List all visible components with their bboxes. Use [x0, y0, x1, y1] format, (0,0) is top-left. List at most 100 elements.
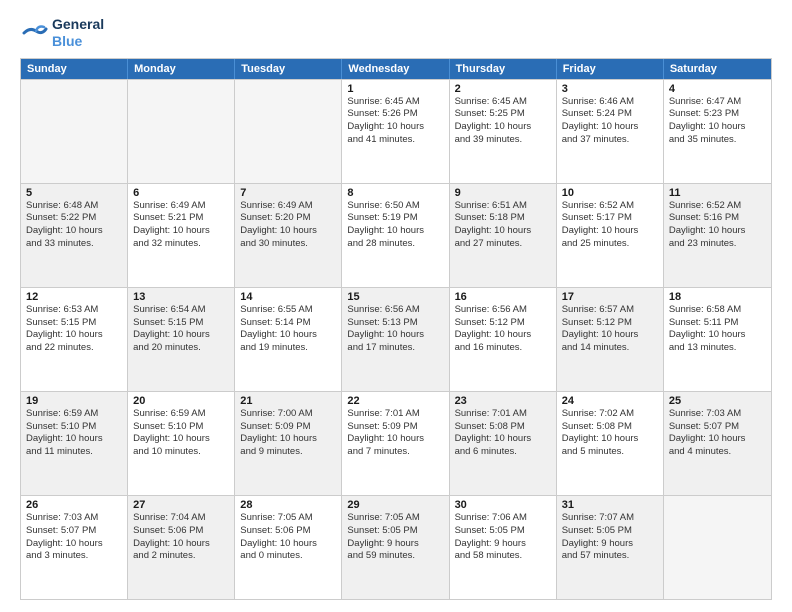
cell-text-line: Daylight: 10 hours — [26, 433, 122, 446]
cell-text-line: Sunset: 5:12 PM — [455, 317, 551, 330]
calendar-cell-day-6: 6Sunrise: 6:49 AMSunset: 5:21 PMDaylight… — [128, 184, 235, 287]
cell-text-line: and 20 minutes. — [133, 342, 229, 355]
calendar-cell-empty — [21, 80, 128, 183]
cell-text-line: Sunset: 5:21 PM — [133, 212, 229, 225]
calendar-cell-empty — [664, 496, 771, 599]
calendar-cell-day-1: 1Sunrise: 6:45 AMSunset: 5:26 PMDaylight… — [342, 80, 449, 183]
calendar-cell-day-12: 12Sunrise: 6:53 AMSunset: 5:15 PMDayligh… — [21, 288, 128, 391]
cell-text-line: Sunset: 5:16 PM — [669, 212, 766, 225]
calendar-cell-empty — [128, 80, 235, 183]
calendar-cell-day-24: 24Sunrise: 7:02 AMSunset: 5:08 PMDayligh… — [557, 392, 664, 495]
cell-text-line: Sunset: 5:05 PM — [562, 525, 658, 538]
cell-text-line: Daylight: 10 hours — [240, 433, 336, 446]
header-day-saturday: Saturday — [664, 59, 771, 79]
header-day-sunday: Sunday — [21, 59, 128, 79]
cell-text-line: Daylight: 10 hours — [669, 121, 766, 134]
calendar-row-2: 12Sunrise: 6:53 AMSunset: 5:15 PMDayligh… — [21, 287, 771, 391]
cell-text-line: Daylight: 10 hours — [240, 538, 336, 551]
calendar-cell-day-11: 11Sunrise: 6:52 AMSunset: 5:16 PMDayligh… — [664, 184, 771, 287]
day-number: 24 — [562, 395, 658, 407]
calendar-cell-day-2: 2Sunrise: 6:45 AMSunset: 5:25 PMDaylight… — [450, 80, 557, 183]
day-number: 27 — [133, 499, 229, 511]
cell-text-line: and 39 minutes. — [455, 134, 551, 147]
day-number: 10 — [562, 187, 658, 199]
logo-icon — [20, 19, 48, 47]
cell-text-line: Daylight: 10 hours — [562, 329, 658, 342]
calendar-row-0: 1Sunrise: 6:45 AMSunset: 5:26 PMDaylight… — [21, 79, 771, 183]
cell-text-line: and 14 minutes. — [562, 342, 658, 355]
cell-text-line: Daylight: 10 hours — [26, 329, 122, 342]
calendar-cell-empty — [235, 80, 342, 183]
cell-text-line: Sunrise: 6:56 AM — [347, 304, 443, 317]
cell-text-line: Sunrise: 6:53 AM — [26, 304, 122, 317]
day-number: 28 — [240, 499, 336, 511]
header-day-thursday: Thursday — [450, 59, 557, 79]
header-day-tuesday: Tuesday — [235, 59, 342, 79]
cell-text-line: Sunset: 5:10 PM — [133, 421, 229, 434]
cell-text-line: Daylight: 10 hours — [562, 225, 658, 238]
cell-text-line: Sunrise: 6:48 AM — [26, 200, 122, 213]
header-day-wednesday: Wednesday — [342, 59, 449, 79]
cell-text-line: Daylight: 10 hours — [133, 329, 229, 342]
day-number: 1 — [347, 83, 443, 95]
cell-text-line: Daylight: 10 hours — [455, 433, 551, 446]
cell-text-line: Daylight: 10 hours — [562, 121, 658, 134]
cell-text-line: Sunrise: 6:56 AM — [455, 304, 551, 317]
calendar-cell-day-28: 28Sunrise: 7:05 AMSunset: 5:06 PMDayligh… — [235, 496, 342, 599]
cell-text-line: and 25 minutes. — [562, 238, 658, 251]
cell-text-line: Daylight: 10 hours — [669, 433, 766, 446]
cell-text-line: Sunset: 5:08 PM — [562, 421, 658, 434]
cell-text-line: and 0 minutes. — [240, 550, 336, 563]
cell-text-line: Daylight: 10 hours — [669, 329, 766, 342]
cell-text-line: and 3 minutes. — [26, 550, 122, 563]
cell-text-line: Daylight: 9 hours — [562, 538, 658, 551]
day-number: 6 — [133, 187, 229, 199]
cell-text-line: Sunrise: 6:55 AM — [240, 304, 336, 317]
day-number: 11 — [669, 187, 766, 199]
day-number: 30 — [455, 499, 551, 511]
day-number: 26 — [26, 499, 122, 511]
cell-text-line: Sunrise: 6:58 AM — [669, 304, 766, 317]
cell-text-line: Daylight: 9 hours — [455, 538, 551, 551]
cell-text-line: Daylight: 10 hours — [455, 329, 551, 342]
cell-text-line: and 58 minutes. — [455, 550, 551, 563]
cell-text-line: Sunrise: 6:52 AM — [562, 200, 658, 213]
calendar-cell-day-19: 19Sunrise: 6:59 AMSunset: 5:10 PMDayligh… — [21, 392, 128, 495]
day-number: 2 — [455, 83, 551, 95]
cell-text-line: Sunset: 5:23 PM — [669, 108, 766, 121]
cell-text-line: Sunrise: 7:07 AM — [562, 512, 658, 525]
cell-text-line: and 19 minutes. — [240, 342, 336, 355]
cell-text-line: Daylight: 10 hours — [133, 538, 229, 551]
logo-text: General Blue — [52, 16, 104, 50]
cell-text-line: Sunrise: 7:00 AM — [240, 408, 336, 421]
calendar-cell-day-4: 4Sunrise: 6:47 AMSunset: 5:23 PMDaylight… — [664, 80, 771, 183]
cell-text-line: and 41 minutes. — [347, 134, 443, 147]
cell-text-line: Sunset: 5:05 PM — [455, 525, 551, 538]
day-number: 17 — [562, 291, 658, 303]
day-number: 18 — [669, 291, 766, 303]
calendar-cell-day-10: 10Sunrise: 6:52 AMSunset: 5:17 PMDayligh… — [557, 184, 664, 287]
cell-text-line: Sunset: 5:09 PM — [347, 421, 443, 434]
calendar-cell-day-26: 26Sunrise: 7:03 AMSunset: 5:07 PMDayligh… — [21, 496, 128, 599]
day-number: 8 — [347, 187, 443, 199]
cell-text-line: Sunrise: 6:59 AM — [26, 408, 122, 421]
calendar-cell-day-15: 15Sunrise: 6:56 AMSunset: 5:13 PMDayligh… — [342, 288, 449, 391]
calendar-cell-day-29: 29Sunrise: 7:05 AMSunset: 5:05 PMDayligh… — [342, 496, 449, 599]
cell-text-line: Sunset: 5:15 PM — [133, 317, 229, 330]
cell-text-line: and 11 minutes. — [26, 446, 122, 459]
cell-text-line: Sunset: 5:12 PM — [562, 317, 658, 330]
cell-text-line: and 27 minutes. — [455, 238, 551, 251]
cell-text-line: and 16 minutes. — [455, 342, 551, 355]
cell-text-line: and 33 minutes. — [26, 238, 122, 251]
day-number: 15 — [347, 291, 443, 303]
cell-text-line: Sunrise: 6:49 AM — [240, 200, 336, 213]
cell-text-line: Sunrise: 6:45 AM — [455, 96, 551, 109]
cell-text-line: Sunrise: 6:52 AM — [669, 200, 766, 213]
cell-text-line: Sunrise: 6:45 AM — [347, 96, 443, 109]
calendar-row-1: 5Sunrise: 6:48 AMSunset: 5:22 PMDaylight… — [21, 183, 771, 287]
calendar-cell-day-31: 31Sunrise: 7:07 AMSunset: 5:05 PMDayligh… — [557, 496, 664, 599]
page: General Blue SundayMondayTuesdayWednesda… — [0, 0, 792, 612]
calendar-cell-day-5: 5Sunrise: 6:48 AMSunset: 5:22 PMDaylight… — [21, 184, 128, 287]
cell-text-line: Sunrise: 6:59 AM — [133, 408, 229, 421]
day-number: 13 — [133, 291, 229, 303]
